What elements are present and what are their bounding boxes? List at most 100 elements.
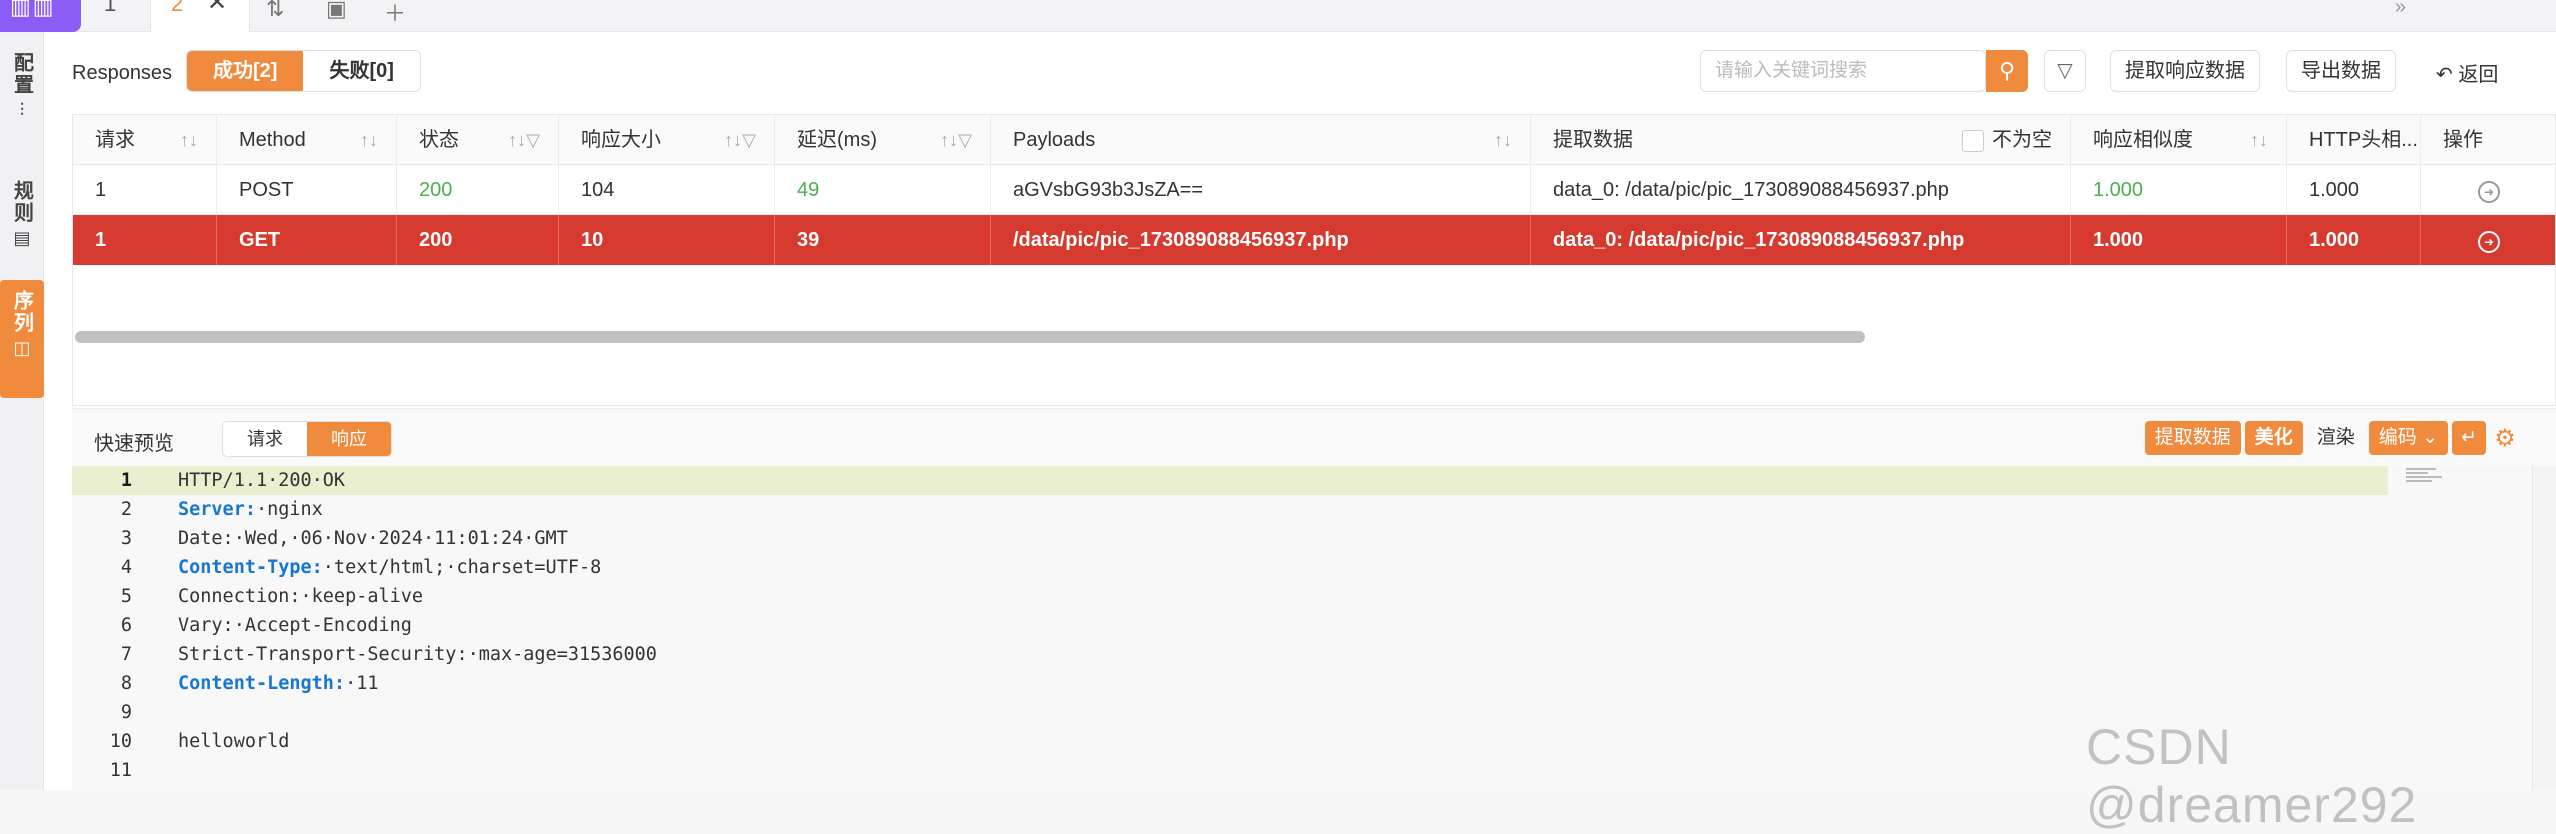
tab-2[interactable]: 2 ✕ xyxy=(150,0,250,32)
search-icon[interactable]: ⚲ xyxy=(1986,50,2028,92)
cell-actions: ➜ xyxy=(2421,215,2555,265)
col-status[interactable]: 状态 ↑↓▽ xyxy=(397,115,559,165)
sidebar-item-config[interactable]: 配置 ⫶ xyxy=(0,52,44,162)
clipboard-icon: ▤ xyxy=(13,228,31,248)
encode-dropdown[interactable]: 编码 ⌄ xyxy=(2368,421,2448,455)
sliders-icon: ⫶ xyxy=(19,100,25,120)
bag-icon: ◫ xyxy=(13,338,31,358)
fail-tab[interactable]: 失败[0] xyxy=(303,51,420,91)
code-line: 5 Connection:·keep-alive xyxy=(120,586,424,607)
code-line: 1 HTTP/1.1·200·OK xyxy=(72,466,2388,495)
open-detail-icon[interactable]: ➜ xyxy=(2478,181,2500,203)
export-button[interactable]: 导出数据 xyxy=(2286,50,2396,92)
col-payloads[interactable]: Payloads ↑↓ xyxy=(991,115,1531,165)
cell-request: 1 xyxy=(73,165,217,215)
cell-size: 104 xyxy=(559,165,775,215)
wrap-icon[interactable]: ↵ xyxy=(2452,421,2486,455)
preview-actions: 提取数据 美化 渲染 编码 ⌄ ↵ ⚙ xyxy=(2144,421,2520,455)
filter-icon[interactable]: ▽ xyxy=(2044,50,2086,92)
table-header: 请求 ↑↓ Method ↑↓ 状态 ↑↓▽ 响应大小 ↑↓▽ 延迟(ms) ↑↓▽ Pa… xyxy=(73,115,2555,165)
cell-size: 10 xyxy=(559,215,775,265)
results-toolbar: Responses 成功[2] 失败[0] ⚲ ▽ 提取响应数据 导出数据 ↶ … xyxy=(44,32,2556,114)
cell-actions: ➜ xyxy=(2421,165,2555,215)
sort-filter-icon[interactable]: ↑↓▽ xyxy=(724,115,756,165)
col-size[interactable]: 响应大小 ↑↓▽ xyxy=(559,115,775,165)
result-filter-segment: 成功[2] 失败[0] xyxy=(186,50,421,92)
cell-similarity: 1.000 xyxy=(2071,165,2287,215)
sort-icon[interactable]: ↑↓ xyxy=(1494,115,1512,165)
sort-icon[interactable]: ⇅ xyxy=(266,0,284,22)
table-row[interactable]: 1 POST 200 104 49 aGVsbG93b3JsZA== data_… xyxy=(73,165,2555,215)
results-table: 请求 ↑↓ Method ↑↓ 状态 ↑↓▽ 响应大小 ↑↓▽ 延迟(ms) ↑↓▽ Pa… xyxy=(72,114,2556,406)
col-header-sim[interactable]: HTTP头相... xyxy=(2287,115,2421,165)
cell-extract: data_0: /data/pic/pic_173089088456937.ph… xyxy=(1531,165,2071,215)
code-line: 6 Vary:·Accept-Encoding xyxy=(120,615,412,636)
menu-icon: ▥▥ xyxy=(10,0,56,19)
sort-icon[interactable]: ↑↓ xyxy=(180,115,198,165)
watermark: CSDN @dreamer292 xyxy=(2086,719,2418,833)
code-line: 3 Date:·Wed,·06·Nov·2024·11:01:24·GMT xyxy=(120,528,568,549)
col-delay[interactable]: 延迟(ms) ↑↓▽ xyxy=(775,115,991,165)
sidebar-item-sequence[interactable]: 序列 ◫ xyxy=(0,280,44,398)
not-empty-filter[interactable]: 不为空 xyxy=(1962,115,2052,165)
sort-filter-icon[interactable]: ↑↓▽ xyxy=(508,115,540,165)
more-tabs-icon[interactable]: » xyxy=(2395,0,2406,19)
cell-method: GET xyxy=(217,215,397,265)
request-tab[interactable]: 请求 xyxy=(223,422,307,456)
table-row-selected[interactable]: 1 GET 200 10 39 /data/pic/pic_1730890884… xyxy=(73,215,2555,265)
cell-header-sim: 1.000 xyxy=(2287,215,2421,265)
sidebar: 配置 ⫶ 规则 ▤ 序列 ◫ xyxy=(0,32,44,790)
open-detail-icon[interactable]: ➜ xyxy=(2478,231,2500,253)
chevron-down-icon: ⌄ xyxy=(2416,427,2438,448)
col-similarity[interactable]: 响应相似度 ↑↓ xyxy=(2071,115,2287,165)
cell-payloads: aGVsbG93b3JsZA== xyxy=(991,165,1531,215)
back-button[interactable]: ↶ 返回 xyxy=(2436,58,2498,87)
code-line: 7 Strict-Transport-Security:·max-age=3153… xyxy=(120,644,657,665)
sort-filter-icon[interactable]: ↑↓▽ xyxy=(940,115,972,165)
editor-minimap[interactable] xyxy=(2406,468,2446,488)
cell-similarity: 1.000 xyxy=(2071,215,2287,265)
preview-mode-segment: 请求 响应 xyxy=(222,421,392,457)
sidebar-item-rules[interactable]: 规则 ▤ xyxy=(0,180,44,290)
col-actions: 操作 xyxy=(2443,129,2483,151)
response-tab[interactable]: 响应 xyxy=(307,422,391,456)
search-input[interactable] xyxy=(1701,51,1981,91)
close-tab-icon[interactable]: ✕ xyxy=(207,0,227,15)
add-tab-icon[interactable]: ＋ xyxy=(384,0,406,28)
extract-data-button[interactable]: 提取数据 xyxy=(2144,421,2241,455)
search-box xyxy=(1700,50,1986,92)
success-tab[interactable]: 成功[2] xyxy=(187,51,304,91)
tab-1[interactable]: 1 xyxy=(100,0,150,32)
cell-header-sim: 1.000 xyxy=(2287,165,2421,215)
code-line: 2 Server:·nginx xyxy=(120,499,323,520)
cell-delay: 39 xyxy=(775,215,991,265)
sort-icon[interactable]: ↑↓ xyxy=(2250,115,2268,165)
menu-button[interactable]: ▥▥ xyxy=(0,0,81,32)
horizontal-scrollbar[interactable] xyxy=(75,331,1865,343)
cell-status: 200 xyxy=(397,165,559,215)
preview-title: 快速预览 xyxy=(94,433,174,455)
code-line: 8 Content-Length:·11 xyxy=(120,673,379,694)
beautify-button[interactable]: 美化 xyxy=(2244,421,2303,455)
sort-icon[interactable]: ↑↓ xyxy=(360,115,378,165)
extract-response-button[interactable]: 提取响应数据 xyxy=(2110,50,2260,92)
cell-request: 1 xyxy=(73,215,217,265)
gear-icon[interactable]: ⚙ xyxy=(2490,424,2520,453)
quick-preview-bar: 快速预览 请求 响应 提取数据 美化 渲染 编码 ⌄ ↵ ⚙ xyxy=(72,408,2556,466)
back-arrow-icon: ↶ xyxy=(2436,64,2453,86)
main-panel: Responses 成功[2] 失败[0] ⚲ ▽ 提取响应数据 导出数据 ↶ … xyxy=(44,32,2556,790)
col-extract[interactable]: 提取数据 不为空 xyxy=(1531,115,2071,165)
render-button[interactable]: 渲染 xyxy=(2307,421,2365,455)
cell-payloads: /data/pic/pic_173089088456937.php xyxy=(991,215,1531,265)
col-method[interactable]: Method ↑↓ xyxy=(217,115,397,165)
save-icon[interactable]: ▣ xyxy=(326,0,347,22)
not-empty-checkbox[interactable] xyxy=(1962,129,1984,152)
tab-strip: ▥▥ 1 2 ✕ ⇅ ▣ ＋ » xyxy=(0,0,2556,32)
responses-label: Responses xyxy=(72,62,173,84)
code-line: 4 Content-Type:·text/html;·charset=UTF-8 xyxy=(120,557,602,578)
cell-extract: data_0: /data/pic/pic_173089088456937.ph… xyxy=(1531,215,2071,265)
cell-method: POST xyxy=(217,165,397,215)
cell-status: 200 xyxy=(397,215,559,265)
col-request[interactable]: 请求 ↑↓ xyxy=(73,115,217,165)
cell-delay: 49 xyxy=(775,165,991,215)
